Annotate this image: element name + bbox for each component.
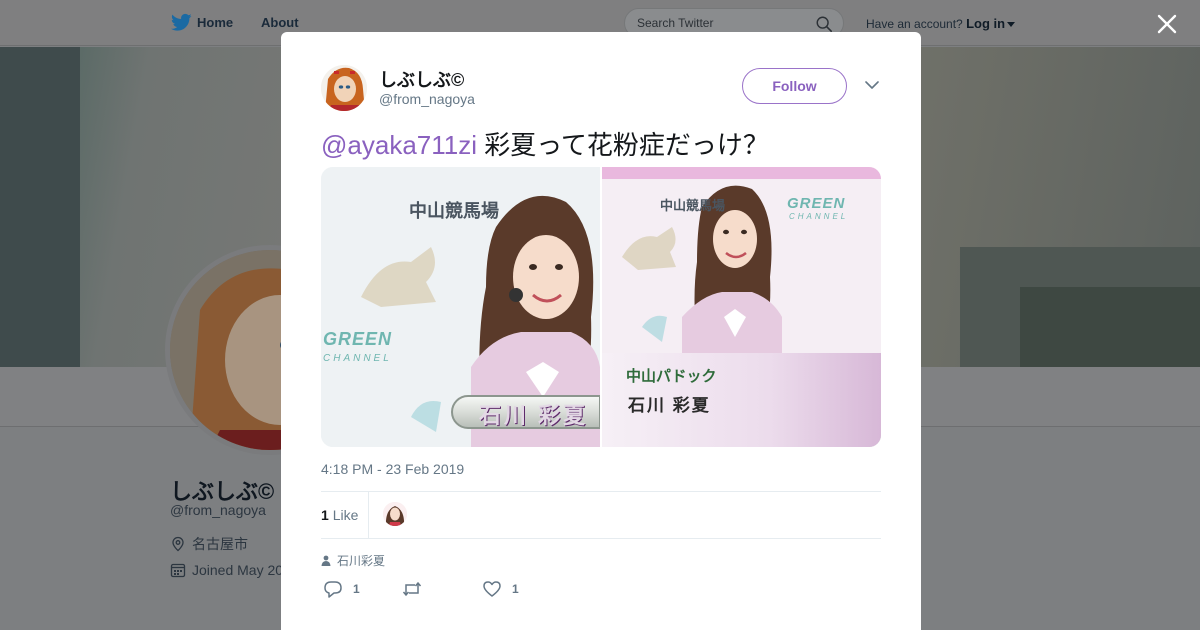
jra-logo-text: 中山競馬場 — [409, 201, 499, 221]
login-label: Log in — [966, 16, 1006, 31]
calendar-icon — [170, 563, 186, 578]
likes-separator — [368, 492, 369, 538]
account-prompt: Have an account? — [866, 17, 963, 31]
author-avatar-art — [321, 65, 367, 111]
chevron-down-icon[interactable] — [865, 80, 879, 90]
media-photo-right[interactable]: 中山競馬場 GREEN CHANNEL 中山パドック 石川 彩夏 — [602, 167, 881, 447]
profile-joined-text: Joined May 20 — [192, 562, 284, 578]
tweet-text: @ayaka711zi 彩夏って花粉症だっけ？ — [321, 125, 769, 162]
likes-label: Like — [332, 507, 359, 523]
tweet-modal: しぶしぶ© @from_nagoya Follow @ayaka711zi 彩夏… — [281, 32, 921, 630]
nav-about-link[interactable]: About — [261, 15, 299, 30]
likes-row: 1 Like — [321, 492, 881, 538]
liker-avatar-art — [383, 502, 407, 526]
profile-location-text: 名古屋市 — [192, 536, 248, 552]
like-count: 1 — [512, 582, 519, 596]
green-channel-logo: GREEN — [323, 329, 393, 349]
reply-button[interactable]: 1 — [323, 580, 360, 598]
channel-logo-text: CHANNEL — [323, 353, 392, 364]
retweet-button[interactable] — [402, 580, 432, 598]
caption-name-right: 石川 彩夏 — [628, 396, 711, 415]
profile-joined: Joined May 20 — [170, 562, 283, 578]
author-name[interactable]: しぶしぶ© — [379, 66, 464, 92]
author-handle[interactable]: @from_nagoya — [379, 91, 475, 107]
heart-icon — [483, 581, 501, 597]
reply-icon — [324, 581, 342, 598]
search-icon[interactable] — [815, 15, 833, 33]
author-avatar[interactable] — [321, 65, 367, 111]
person-icon — [321, 555, 331, 566]
jra-logo-text-right: 中山競馬場 — [660, 198, 726, 213]
divider-bottom — [321, 538, 881, 539]
mention-link[interactable]: @ayaka711zi — [321, 130, 477, 160]
green-channel-logo-right: GREEN — [787, 195, 846, 212]
likes-count: 1 — [321, 507, 329, 523]
close-icon[interactable] — [1155, 12, 1179, 36]
banner-shadow — [0, 47, 80, 367]
search-placeholder: Search Twitter — [637, 16, 714, 30]
tweet-timestamp[interactable]: 4:18 PM - 23 Feb 2019 — [321, 461, 464, 477]
banner-board — [1020, 287, 1200, 367]
twitter-bird-icon[interactable] — [171, 13, 192, 32]
like-button[interactable]: 1 — [482, 580, 519, 598]
reply-count: 1 — [353, 582, 360, 596]
retweet-icon — [402, 581, 422, 597]
media-photo-left[interactable]: 中山競馬場 GREEN CHANNEL 石川 彩夏 — [321, 167, 600, 447]
caret-down-icon — [1007, 22, 1016, 28]
likes-summary[interactable]: 1 Like — [321, 507, 358, 523]
account-area: Have an account? Log in — [866, 16, 1016, 31]
liker-avatar[interactable] — [383, 502, 407, 526]
tweet-body: 彩夏って花粉症だっけ？ — [477, 130, 769, 160]
location-pin-icon — [172, 536, 184, 552]
caption-paddock: 中山パドック — [626, 368, 717, 385]
reply-context: 石川彩夏 — [321, 552, 385, 569]
tweet-media: 中山競馬場 GREEN CHANNEL 石川 彩夏 中山競馬場 GREEN CH… — [321, 167, 881, 447]
follow-button[interactable]: Follow — [742, 68, 847, 104]
login-link[interactable]: Log in — [966, 16, 1016, 31]
reply-context-name[interactable]: 石川彩夏 — [337, 552, 385, 569]
caption-name-left: 石川 彩夏 — [479, 403, 589, 428]
profile-location: 名古屋市 — [170, 534, 248, 554]
nav-home-link[interactable]: Home — [197, 15, 233, 30]
channel-logo-text-right: CHANNEL — [789, 212, 849, 221]
profile-handle[interactable]: @from_nagoya — [170, 502, 266, 518]
